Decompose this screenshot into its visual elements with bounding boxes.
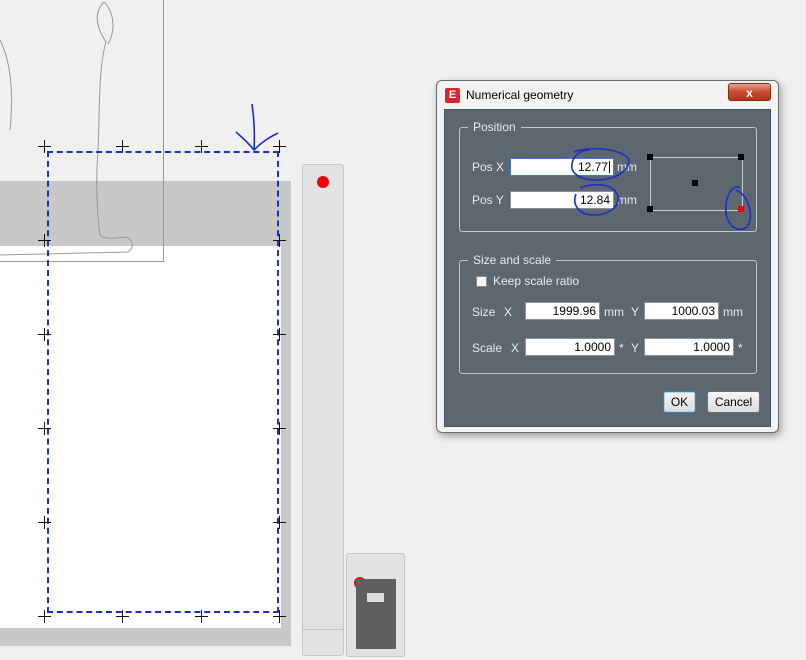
device-preview-panel[interactable] — [346, 553, 405, 657]
crosshair-handle[interactable] — [273, 234, 286, 247]
dialog-titlebar[interactable]: E Numerical geometry x — [437, 81, 778, 109]
size-scale-legend: Size and scale — [473, 253, 552, 267]
device-slot — [367, 593, 384, 602]
device-icon — [356, 579, 396, 649]
crosshair-handle[interactable] — [38, 234, 51, 247]
ref-point-bottom-right-selected[interactable] — [738, 206, 744, 212]
ref-point-top-left[interactable] — [647, 154, 653, 160]
close-button[interactable]: x — [728, 83, 771, 101]
size-x-label: X — [504, 305, 513, 319]
crosshair-handle[interactable] — [116, 140, 129, 153]
size-y-label: Y — [631, 305, 640, 319]
numerical-geometry-dialog[interactable]: E Numerical geometry x Position Pos X 12… — [436, 80, 779, 433]
size-label: Size — [472, 305, 496, 319]
scale-label: Scale — [472, 341, 503, 355]
crosshair-handle[interactable] — [273, 516, 286, 529]
scale-y-input[interactable]: 1.0000 — [644, 338, 734, 356]
scale-x-input[interactable]: 1.0000 — [525, 338, 615, 356]
crosshair-handle[interactable] — [273, 140, 286, 153]
selection-frame[interactable] — [47, 151, 279, 613]
media-edge-right — [281, 246, 291, 628]
keep-scale-ratio-label[interactable]: Keep scale ratio — [493, 274, 579, 288]
size-y-unit: mm — [723, 305, 743, 319]
crosshair-handle[interactable] — [273, 610, 286, 623]
scale-y-unit: * — [738, 341, 743, 355]
size-x-unit: mm — [604, 305, 624, 319]
text-caret — [609, 161, 610, 173]
cancel-button[interactable]: Cancel — [707, 391, 760, 413]
ref-point-center[interactable] — [692, 180, 698, 186]
pos-y-unit: mm — [617, 193, 637, 207]
dialog-title: Numerical geometry — [466, 88, 574, 102]
pos-x-unit: mm — [617, 160, 637, 174]
crosshair-handle[interactable] — [38, 610, 51, 623]
pos-y-input[interactable]: 12.84 — [510, 191, 614, 209]
slot-divider — [303, 629, 343, 630]
crosshair-handle[interactable] — [273, 422, 286, 435]
crosshair-handle[interactable] — [38, 328, 51, 341]
scale-y-label: Y — [631, 341, 640, 355]
crosshair-handle[interactable] — [38, 140, 51, 153]
scale-x-unit: * — [619, 341, 624, 355]
status-dot-icon — [317, 176, 329, 188]
app-logo-icon: E — [445, 88, 460, 103]
crosshair-handle[interactable] — [195, 610, 208, 623]
crosshair-handle[interactable] — [38, 422, 51, 435]
crosshair-handle[interactable] — [116, 610, 129, 623]
media-slot-panel[interactable] — [302, 164, 344, 656]
size-x-input[interactable]: 1999.96 — [525, 302, 600, 320]
pos-y-label: Pos Y — [472, 193, 504, 207]
crosshair-handle[interactable] — [38, 516, 51, 529]
size-y-input[interactable]: 1000.03 — [644, 302, 719, 320]
position-legend: Position — [473, 120, 516, 134]
scale-x-label: X — [511, 341, 520, 355]
pos-x-label: Pos X — [472, 160, 505, 174]
media-edge-bottom — [0, 628, 291, 646]
keep-scale-ratio-checkbox[interactable] — [476, 276, 487, 287]
pos-x-input[interactable]: 12.77 — [510, 158, 614, 176]
crosshair-handle[interactable] — [195, 140, 208, 153]
ref-point-top-right[interactable] — [738, 154, 744, 160]
ok-button[interactable]: OK — [663, 391, 696, 413]
crosshair-handle[interactable] — [273, 328, 286, 341]
ref-point-bottom-left[interactable] — [647, 206, 653, 212]
dialog-body: Position Pos X 12.77 mm Pos Y 12.84 mm S… — [444, 109, 771, 427]
